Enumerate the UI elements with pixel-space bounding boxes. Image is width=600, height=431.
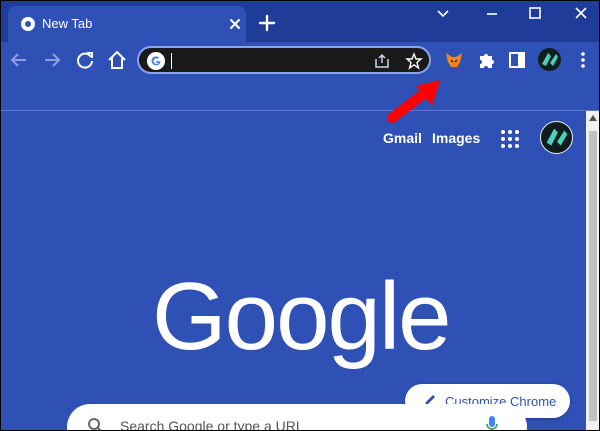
- reload-icon[interactable]: [74, 49, 96, 71]
- tab-title: New Tab: [42, 16, 93, 31]
- tab-new-tab[interactable]: New Tab: [8, 6, 246, 42]
- star-icon[interactable]: [405, 52, 423, 70]
- maximize-icon[interactable]: [525, 4, 545, 22]
- avatar[interactable]: [538, 48, 561, 71]
- window-close-icon[interactable]: [571, 4, 591, 22]
- toolbar-divider: [0, 110, 600, 111]
- kebab-menu-icon[interactable]: [572, 49, 594, 71]
- google-g-icon: [147, 52, 165, 70]
- plus-icon[interactable]: [257, 13, 277, 33]
- search-placeholder: Search Google or type a URL: [120, 418, 304, 431]
- metamask-fox-icon[interactable]: [443, 49, 465, 71]
- title-bar: New Tab: [0, 0, 600, 42]
- account-avatar[interactable]: [540, 121, 573, 154]
- red-arrow-annotation: [388, 80, 440, 123]
- share-icon[interactable]: [373, 52, 391, 70]
- toolbar: [0, 42, 600, 80]
- browser-window: New Tab Gmail Images Google Customize Ch…: [0, 0, 600, 431]
- extensions-puzzle-icon[interactable]: [475, 49, 497, 71]
- images-link[interactable]: Images: [432, 130, 480, 146]
- minimize-icon[interactable]: [482, 4, 502, 22]
- forward-icon[interactable]: [41, 49, 63, 71]
- address-bar[interactable]: [137, 46, 431, 74]
- text-caret: [171, 53, 172, 69]
- search-box[interactable]: Search Google or type a URL: [67, 404, 527, 431]
- chevron-down-icon[interactable]: [433, 4, 453, 22]
- scroll-up-arrow-icon[interactable]: [589, 115, 597, 121]
- gmail-link[interactable]: Gmail: [383, 130, 422, 146]
- scroll-thumb[interactable]: [589, 131, 597, 421]
- google-logo: Google: [152, 263, 452, 370]
- search-icon: [88, 418, 103, 431]
- home-icon[interactable]: [106, 49, 128, 71]
- back-icon[interactable]: [8, 49, 30, 71]
- close-icon[interactable]: [226, 15, 244, 33]
- chrome-icon: [21, 17, 35, 31]
- mic-icon[interactable]: [485, 414, 499, 431]
- side-panel-icon[interactable]: [506, 49, 528, 71]
- scrollbar[interactable]: [586, 111, 600, 431]
- apps-grid-icon[interactable]: [499, 128, 521, 150]
